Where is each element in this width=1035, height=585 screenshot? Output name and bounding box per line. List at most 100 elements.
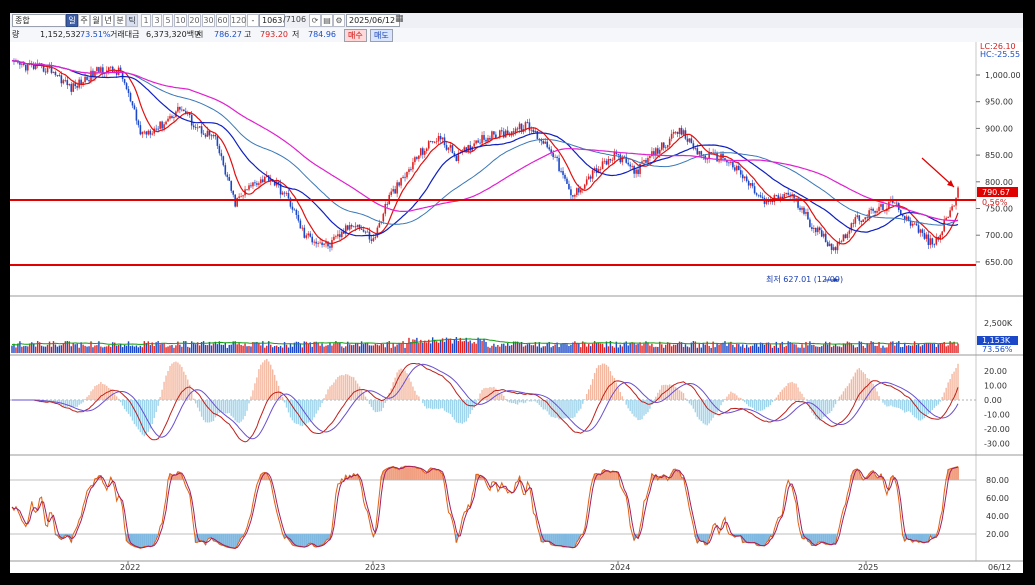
macd-hist-bar: [501, 393, 503, 400]
volume-bar: [86, 346, 88, 353]
macd-hist-bar: [325, 394, 327, 400]
candle-body: [868, 210, 870, 218]
macd-hist-bar: [767, 400, 770, 407]
macd-hist-bar: [680, 391, 683, 400]
candle-body: [878, 206, 880, 211]
candle-body: [903, 216, 906, 220]
period-button-3[interactable]: 년: [102, 14, 114, 27]
volume-bar: [394, 346, 396, 353]
period-button-4[interactable]: 분: [114, 14, 126, 27]
volume-bar: [40, 345, 43, 353]
macd-hist-bar: [900, 400, 902, 410]
candle-body: [220, 153, 223, 157]
macd-hist-bar: [437, 400, 440, 410]
volume-bar: [258, 343, 260, 353]
volume-bar: [672, 344, 675, 353]
candle-body: [102, 67, 104, 74]
candle-body: [254, 182, 256, 184]
candle-body: [133, 105, 136, 110]
macd-hist-bar: [347, 374, 349, 400]
candle-body: [425, 148, 428, 151]
macd-hist-bar: [507, 400, 509, 402]
macd-hist-bar: [123, 400, 126, 410]
macd-hist-bar: [726, 396, 728, 400]
chart-canvas[interactable]: 1,000.00950.00900.00850.00800.00750.0070…: [10, 42, 1023, 573]
period-button-1[interactable]: 주: [78, 14, 90, 27]
volume-bar: [514, 341, 517, 353]
interval-button-5[interactable]: 5: [163, 14, 173, 27]
stochastic-oversold-fill: [222, 534, 225, 546]
macd-hist-bar: [422, 400, 424, 404]
candle-body: [789, 194, 791, 196]
date-field[interactable]: 2025/06/12: [346, 14, 400, 27]
interval-button-120[interactable]: 120: [230, 14, 246, 27]
candle-body: [698, 151, 701, 155]
period-button-2[interactable]: 월: [90, 14, 102, 27]
count-field[interactable]: 1063: [259, 14, 285, 27]
macd-hist-bar: [266, 358, 268, 400]
volume-bar: [657, 346, 659, 353]
volume-bar: [793, 344, 795, 353]
volume-bar: [888, 344, 890, 353]
volume-bar: [655, 346, 657, 353]
period-button-5[interactable]: 틱: [126, 14, 138, 27]
minus-button[interactable]: -: [247, 14, 259, 27]
interval-button-60[interactable]: 60: [216, 14, 229, 27]
macd-hist-bar: [842, 391, 845, 400]
candle-body: [775, 195, 778, 196]
interval-button-1[interactable]: 1: [141, 14, 151, 27]
stochastic-oversold-fill: [747, 534, 750, 543]
candle-body: [629, 164, 631, 167]
settings-icon[interactable]: ⚙: [333, 14, 345, 27]
macd-hist-bar: [777, 394, 779, 400]
period-button-0[interactable]: 일: [66, 14, 78, 27]
volume-bar: [422, 342, 424, 353]
candle-body: [929, 238, 932, 246]
stochastic-overbought-fill: [174, 474, 177, 480]
stochastic-oversold-fill: [321, 534, 324, 545]
volume-bar: [378, 345, 381, 353]
volume-bar: [248, 346, 250, 353]
interval-button-20[interactable]: 20: [188, 14, 201, 27]
stochastic-oversold-fill: [554, 534, 557, 546]
calendar-icon[interactable]: ▦: [395, 14, 404, 24]
stochastic-overbought-fill: [392, 466, 395, 480]
volume-bar: [92, 347, 94, 353]
macd-hist-bar: [605, 364, 608, 400]
candle-body: [672, 131, 675, 134]
candle-body: [570, 189, 572, 196]
volume-bar: [815, 346, 817, 353]
candle-body: [905, 216, 908, 220]
volume-bar: [830, 347, 833, 353]
volume-bar: [649, 345, 651, 353]
symbol-field[interactable]: 종합(KOSDAQ): [12, 14, 66, 36]
candle-body: [297, 214, 300, 221]
volume-bar: [238, 343, 240, 353]
volume-bar: [266, 345, 268, 353]
volume-bar: [501, 343, 503, 353]
volume-bar: [589, 346, 592, 353]
macd-hist-bar: [629, 400, 631, 412]
interval-button-3[interactable]: 3: [152, 14, 162, 27]
volume-bar: [696, 347, 699, 353]
candle-body: [657, 148, 659, 154]
macd-hist-bar: [789, 382, 791, 400]
buy-button[interactable]: 매수: [344, 29, 367, 42]
sell-button[interactable]: 매도: [370, 29, 393, 42]
stochastic-oversold-fill: [295, 534, 298, 547]
refresh-icon[interactable]: ⟳: [309, 14, 321, 27]
candle-body: [72, 83, 75, 92]
stochastic-oversold-fill: [565, 534, 568, 547]
interval-button-10[interactable]: 10: [174, 14, 187, 27]
volume-bar: [479, 339, 481, 353]
interval-button-30[interactable]: 30: [202, 14, 215, 27]
chart-type-icon[interactable]: ▤: [321, 14, 333, 27]
candle-body: [761, 196, 764, 198]
volume-axis-label: 2,500K: [984, 319, 1013, 328]
volume-bar: [400, 343, 402, 353]
candle-body: [576, 188, 578, 196]
candle-body: [242, 195, 244, 197]
volume-bar: [643, 343, 645, 353]
macd-tick-label: -20.00: [984, 425, 1010, 434]
volume-bar: [127, 341, 130, 353]
